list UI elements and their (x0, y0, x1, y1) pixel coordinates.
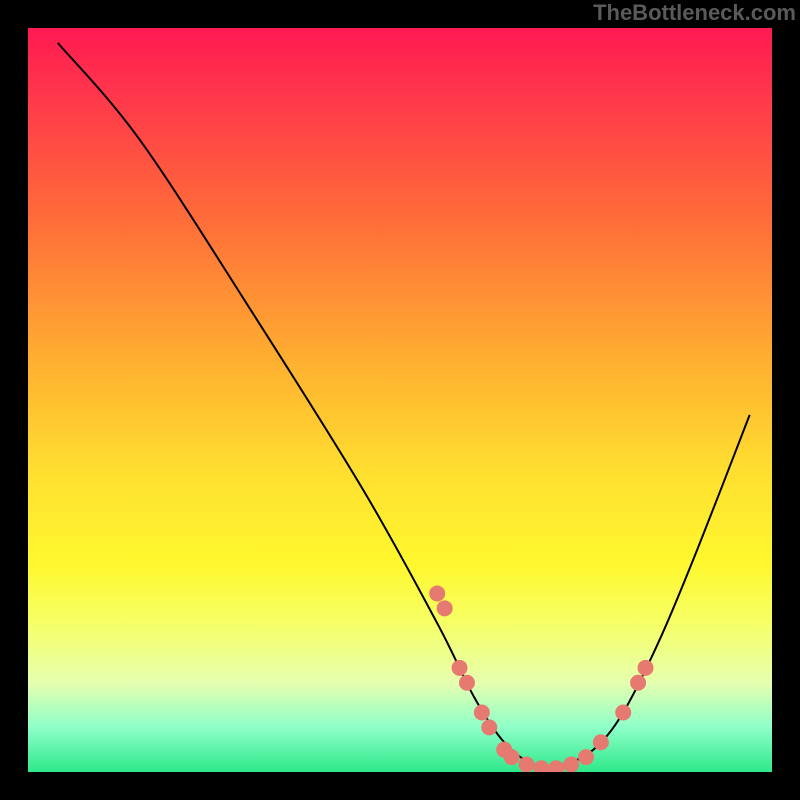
data-marker (593, 734, 609, 750)
data-marker (459, 675, 475, 691)
data-marker (638, 660, 654, 676)
chart-frame: TheBottleneck.com (0, 0, 800, 800)
data-marker (481, 719, 497, 735)
data-marker (533, 760, 549, 772)
data-marker (474, 704, 490, 720)
data-marker (518, 757, 534, 772)
data-marker (630, 675, 646, 691)
data-marker (563, 757, 579, 772)
marker-group (429, 585, 653, 772)
watermark-text: TheBottleneck.com (593, 0, 796, 26)
data-marker (578, 749, 594, 765)
plot-area (28, 28, 772, 772)
data-marker (452, 660, 468, 676)
curve-line (58, 43, 750, 767)
data-marker (429, 585, 445, 601)
data-marker (504, 749, 520, 765)
data-marker (548, 760, 564, 772)
data-marker (437, 600, 453, 616)
data-marker (615, 704, 631, 720)
chart-svg (28, 28, 772, 772)
